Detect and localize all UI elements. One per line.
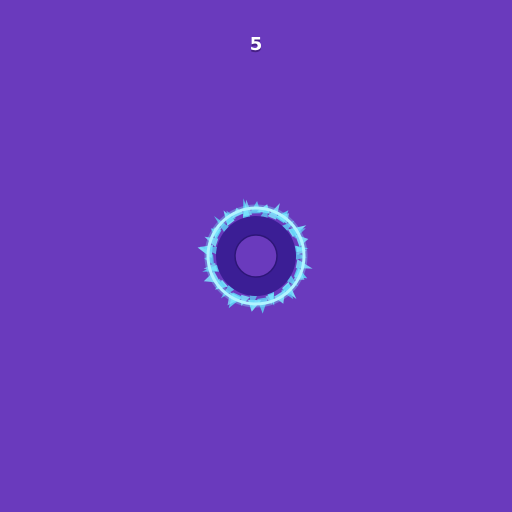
game-stage[interactable]: 5 — [0, 0, 512, 512]
score-counter: 5 — [249, 34, 263, 55]
ring-center-hole — [234, 234, 278, 278]
spiked-ring-target[interactable] — [196, 196, 316, 316]
